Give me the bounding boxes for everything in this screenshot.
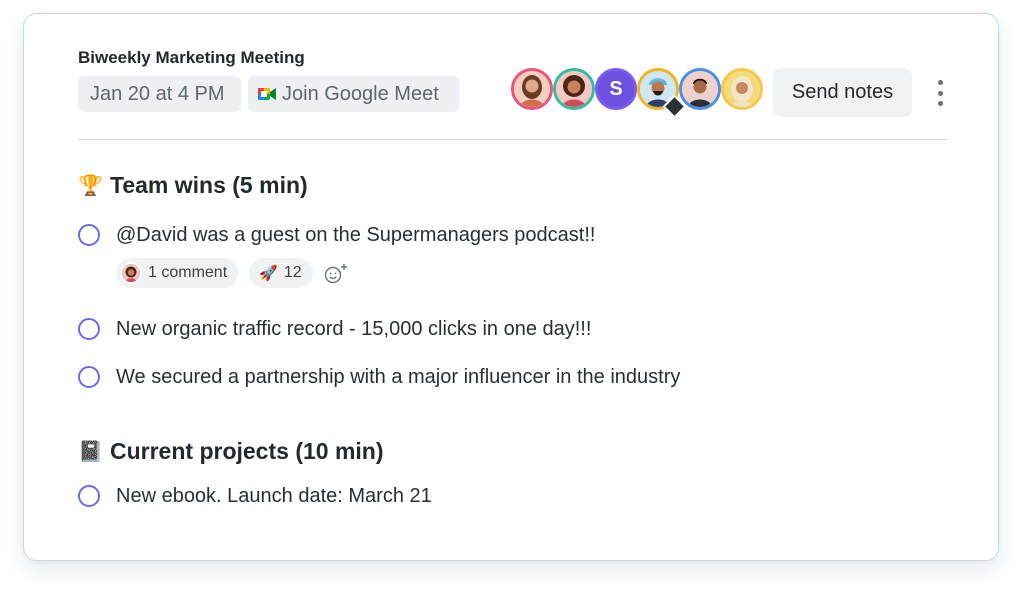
attendee-avatar[interactable] <box>553 68 595 110</box>
comment-count-label: 1 comment <box>148 264 228 281</box>
google-meet-icon <box>258 88 276 100</box>
send-notes-button[interactable]: Send notes <box>773 68 912 117</box>
agenda-item: New ebook. Launch date: March 21 <box>78 482 432 510</box>
person-avatar-icon <box>514 71 550 107</box>
person-avatar-icon <box>122 264 140 282</box>
agenda-item: @David was a guest on the Supermanagers … <box>78 221 595 249</box>
agenda-checkbox[interactable] <box>78 224 100 246</box>
agenda-item-text[interactable]: New ebook. Launch date: March 21 <box>116 485 432 508</box>
section-heading-current-projects: 📓 Current projects (10 min) <box>78 438 384 465</box>
agenda-item-text[interactable]: New organic traffic record - 15,000 clic… <box>116 318 591 341</box>
attendee-avatar[interactable] <box>511 68 553 110</box>
agenda-item-text[interactable]: @David was a guest on the Supermanagers … <box>116 224 595 247</box>
agenda-item: New organic traffic record - 15,000 clic… <box>78 315 591 343</box>
meeting-date-chip[interactable]: Jan 20 at 4 PM <box>78 76 241 112</box>
person-avatar-icon <box>556 71 592 107</box>
agenda-item-text[interactable]: We secured a partnership with a major in… <box>116 366 680 389</box>
meeting-title: Biweekly Marketing Meeting <box>78 48 305 67</box>
join-meet-label: Join Google Meet <box>282 82 439 105</box>
more-options-icon[interactable] <box>930 80 950 106</box>
trophy-icon: 🏆 <box>78 175 103 197</box>
item-reactions: 1 comment 🚀 12 <box>116 258 350 288</box>
attendee-avatar[interactable] <box>721 68 763 110</box>
notebook-icon: 📓 <box>78 441 103 463</box>
rocket-reaction-count: 12 <box>283 264 302 281</box>
agenda-checkbox[interactable] <box>78 366 100 388</box>
commenter-avatar <box>120 262 142 284</box>
person-avatar-icon <box>724 71 760 107</box>
rocket-reaction-button[interactable]: 🚀 12 <box>249 258 313 288</box>
agenda-item: We secured a partnership with a major in… <box>78 363 680 391</box>
attendee-avatar[interactable] <box>679 68 721 110</box>
comment-count-button[interactable]: 1 comment <box>116 258 239 288</box>
section-heading-team-wins: 🏆 Team wins (5 min) <box>78 172 308 199</box>
header-divider <box>78 139 948 140</box>
rocket-icon: 🚀 <box>259 265 278 282</box>
add-emoji-icon[interactable] <box>324 262 350 284</box>
agenda-checkbox[interactable] <box>78 318 100 340</box>
section-title: Current projects (10 min) <box>110 438 384 464</box>
meeting-card: Biweekly Marketing Meeting Jan 20 at 4 P… <box>23 13 999 561</box>
attendee-avatar-initial[interactable]: S <box>595 68 637 110</box>
agenda-checkbox[interactable] <box>78 485 100 507</box>
join-meet-button[interactable]: Join Google Meet <box>248 76 459 112</box>
section-title: Team wins (5 min) <box>110 172 308 198</box>
person-avatar-icon <box>682 71 718 107</box>
meeting-date: Jan 20 at 4 PM <box>90 82 225 105</box>
